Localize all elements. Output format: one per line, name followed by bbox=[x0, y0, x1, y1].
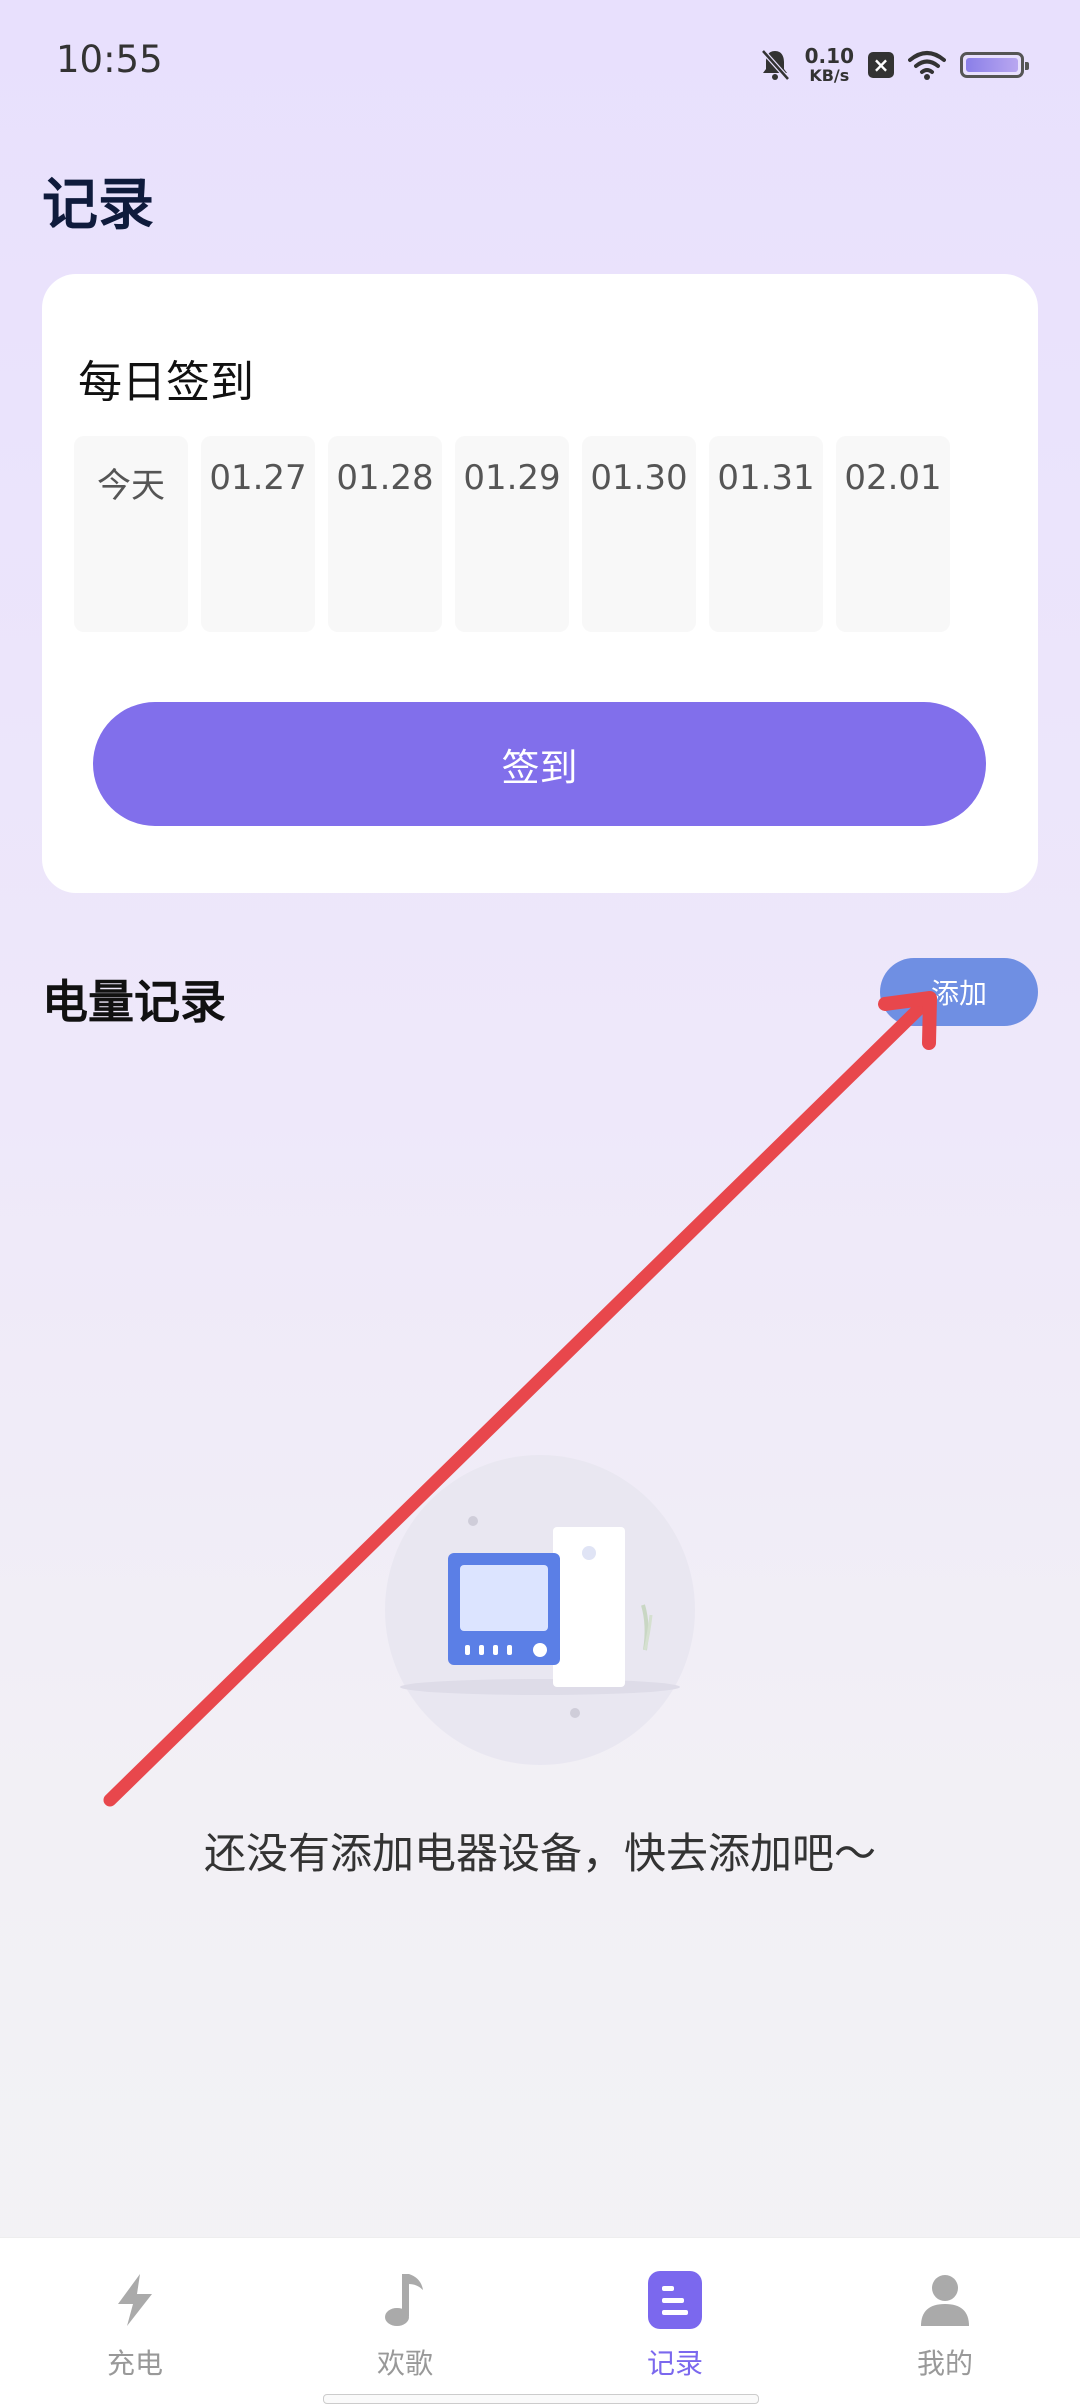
home-indicator[interactable] bbox=[323, 2394, 759, 2404]
nav-label: 记录 bbox=[646, 2347, 703, 2380]
add-device-button[interactable]: 添加 bbox=[880, 958, 1038, 1026]
music-note-icon bbox=[373, 2268, 437, 2332]
close-box-icon: × bbox=[868, 52, 894, 78]
nav-label: 欢歌 bbox=[376, 2347, 433, 2380]
signin-card: 每日签到 今天 01.27 01.28 01.29 01.30 01.31 02… bbox=[42, 274, 1038, 893]
signin-day[interactable]: 01.28 bbox=[328, 436, 442, 632]
signin-day[interactable]: 01.29 bbox=[455, 436, 569, 632]
nav-item-record[interactable]: 记录 bbox=[540, 2238, 810, 2408]
battery-tip bbox=[1025, 62, 1029, 70]
signin-card-title: 每日签到 bbox=[78, 357, 254, 408]
nav-item-mine[interactable]: 我的 bbox=[810, 2238, 1080, 2408]
signin-day[interactable]: 今天 bbox=[74, 436, 188, 632]
person-icon bbox=[913, 2268, 977, 2332]
page-title: 记录 bbox=[42, 173, 154, 238]
signin-day[interactable]: 01.30 bbox=[582, 436, 696, 632]
bottom-nav: 充电 欢歌 记录 我的 bbox=[0, 2237, 1080, 2408]
signin-day[interactable]: 02.01 bbox=[836, 436, 950, 632]
day-label: 02.01 bbox=[844, 458, 942, 498]
day-label: 01.29 bbox=[463, 458, 561, 498]
net-speed: 0.10 KB/s bbox=[805, 46, 854, 84]
empty-state-illustration bbox=[385, 1455, 695, 1765]
day-label: 01.28 bbox=[336, 458, 434, 498]
battery-fill bbox=[966, 58, 1018, 72]
signin-day[interactable]: 01.27 bbox=[201, 436, 315, 632]
day-label: 今天 bbox=[97, 466, 165, 506]
wifi-icon bbox=[908, 51, 946, 80]
status-bar: 10:55 0.10 KB/s × bbox=[0, 0, 1080, 125]
nav-item-charge[interactable]: 充电 bbox=[0, 2238, 270, 2408]
day-label: 01.31 bbox=[717, 458, 815, 498]
signin-days: 今天 01.27 01.28 01.29 01.30 01.31 02.01 bbox=[74, 436, 950, 632]
mute-bell-icon bbox=[760, 49, 790, 81]
lightning-icon bbox=[103, 2268, 167, 2332]
signin-button[interactable]: 签到 bbox=[93, 702, 986, 826]
status-time: 10:55 bbox=[56, 38, 163, 81]
status-icons: 0.10 KB/s × bbox=[759, 40, 1029, 90]
day-label: 01.30 bbox=[590, 458, 688, 498]
empty-state-text: 还没有添加电器设备，快去添加吧～ bbox=[203, 1829, 876, 1878]
power-record-title: 电量记录 bbox=[42, 975, 226, 1029]
nav-item-songs[interactable]: 欢歌 bbox=[270, 2238, 540, 2408]
signin-day[interactable]: 01.31 bbox=[709, 436, 823, 632]
nav-label: 充电 bbox=[106, 2347, 163, 2380]
battery-icon bbox=[960, 52, 1029, 78]
nav-label: 我的 bbox=[916, 2347, 973, 2380]
day-label: 01.27 bbox=[209, 458, 307, 498]
record-list-icon bbox=[643, 2268, 707, 2332]
net-speed-unit: KB/s bbox=[809, 66, 850, 85]
net-speed-value: 0.10 bbox=[804, 44, 854, 68]
